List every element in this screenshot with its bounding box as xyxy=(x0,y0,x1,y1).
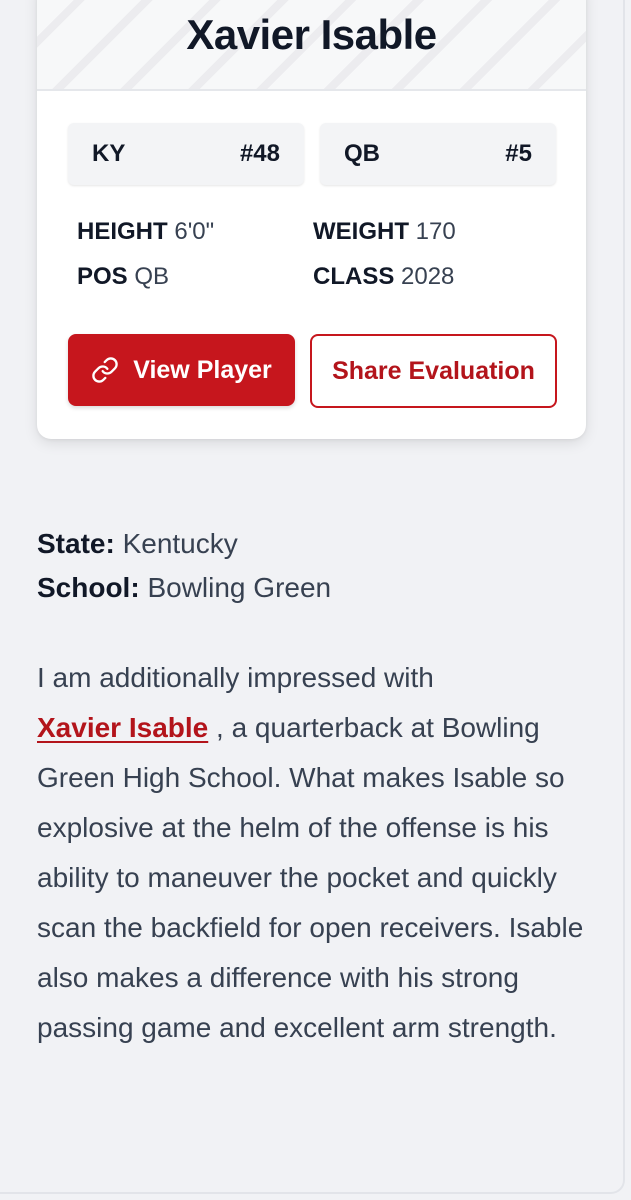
stat-pos-value: QB xyxy=(134,263,170,290)
stat-class: CLASS 2028 xyxy=(313,263,547,291)
state-label: State: xyxy=(37,528,115,559)
state-badge: KY #48 xyxy=(68,123,304,185)
player-card: Xavier Isable KY #48 QB #5 HEIGHT 6'0" W… xyxy=(37,0,586,439)
stat-pos: POS QB xyxy=(77,263,313,291)
player-name-link[interactable]: Xavier Isable xyxy=(37,712,208,743)
state-rank: #48 xyxy=(239,140,280,167)
stat-weight-label: WEIGHT xyxy=(313,218,409,245)
stat-weight: WEIGHT 170 xyxy=(313,218,547,246)
state-abbrev: KY xyxy=(92,140,126,167)
position-abbrev: QB xyxy=(344,140,380,167)
position-rank: #5 xyxy=(505,140,532,167)
stat-weight-value: 170 xyxy=(415,218,456,245)
card-header: Xavier Isable xyxy=(37,0,586,91)
state-line: State: Kentucky xyxy=(37,522,331,566)
link-icon xyxy=(91,356,119,384)
position-badge: QB #5 xyxy=(320,123,556,185)
school-line: School: Bowling Green xyxy=(37,566,331,610)
player-name: Xavier Isable xyxy=(186,11,437,58)
share-evaluation-button[interactable]: Share Evaluation xyxy=(310,334,557,408)
state-value: Kentucky xyxy=(122,528,238,559)
stat-height: HEIGHT 6'0" xyxy=(77,218,313,246)
card-actions: View Player Share Evaluation xyxy=(68,334,557,408)
stat-pos-label: POS xyxy=(77,263,128,290)
school-label: School: xyxy=(37,572,140,603)
stat-height-value: 6'0" xyxy=(174,218,215,245)
stat-class-label: CLASS xyxy=(313,263,395,290)
share-evaluation-label: Share Evaluation xyxy=(332,356,535,385)
evaluation-text: I am additionally impressed with Xavier I… xyxy=(37,653,597,1053)
school-value: Bowling Green xyxy=(147,572,332,603)
badges-row: KY #48 QB #5 xyxy=(68,123,556,185)
view-player-button[interactable]: View Player xyxy=(68,334,295,406)
evaluation-body: , a quarterback at Bowling Green High Sc… xyxy=(37,712,584,1043)
stat-height-label: HEIGHT xyxy=(77,218,168,245)
evaluation-intro: I am additionally impressed with xyxy=(37,662,434,693)
player-info: State: Kentucky School: Bowling Green xyxy=(37,522,331,610)
page: Xavier Isable KY #48 QB #5 HEIGHT 6'0" W… xyxy=(0,0,631,1200)
view-player-label: View Player xyxy=(133,355,272,384)
stat-class-value: 2028 xyxy=(401,263,455,290)
stats-grid: HEIGHT 6'0" WEIGHT 170 POS QB CLASS 2028 xyxy=(77,218,547,291)
